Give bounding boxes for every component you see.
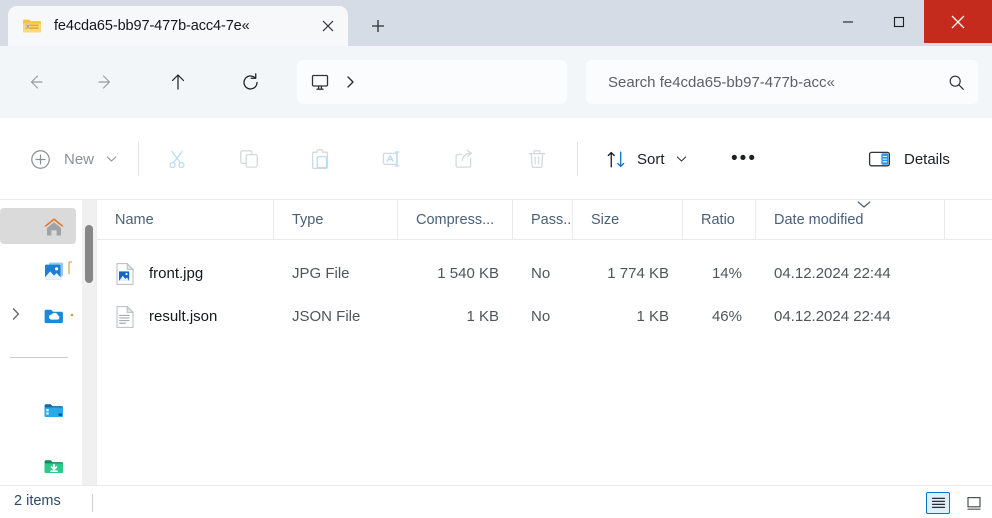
tab-close-button[interactable] (314, 12, 342, 40)
refresh-button[interactable] (231, 63, 269, 101)
tab-strip: fe4cda65-bb97-477b-acc4-7e« (0, 0, 396, 46)
column-header-type[interactable]: Type (274, 200, 398, 240)
file-name-label: result.json (149, 308, 218, 325)
column-header-compressed[interactable]: Compress... (398, 200, 513, 240)
file-ratio-cell: 46% (711, 308, 742, 325)
file-password-cell: No (531, 308, 551, 325)
chevron-down-icon (676, 155, 687, 163)
file-password-cell: No (531, 265, 551, 282)
back-button[interactable] (16, 63, 54, 101)
maximize-button[interactable] (873, 0, 924, 43)
column-header-password[interactable]: Pass... (513, 200, 573, 240)
table-row[interactable]: front.jpg JPG File 1 540 KB No 1 774 KB … (97, 252, 992, 295)
command-bar: New Sort ••• Details (0, 118, 992, 200)
this-pc-icon (309, 71, 331, 93)
file-name-cell: front.jpg (97, 252, 274, 295)
column-header-date-modified[interactable]: Date modified (756, 200, 945, 240)
desktop-folder-icon (42, 398, 64, 420)
jpg-file-icon (115, 261, 135, 286)
large-icons-view-icon (967, 496, 981, 510)
chevron-right-icon[interactable] (10, 307, 22, 322)
column-header-ratio[interactable]: Ratio (683, 200, 756, 240)
large-icons-view-button[interactable] (962, 492, 986, 514)
search-input[interactable]: Search fe4cda65-bb97-477b-acc« (608, 74, 934, 91)
column-header-spacer (945, 200, 992, 240)
column-header-size[interactable]: Size (573, 200, 683, 240)
details-pane-label: Details (904, 150, 950, 168)
breadcrumb-chevron-icon[interactable] (345, 75, 356, 89)
file-ratio-cell: 14% (711, 265, 742, 282)
minimize-button[interactable] (822, 0, 873, 43)
file-size-cell: 1 774 KB (607, 265, 669, 282)
item-count-label: 2 items (14, 493, 61, 509)
cut-button[interactable] (157, 139, 197, 179)
new-tab-button[interactable] (360, 8, 396, 44)
paste-button[interactable] (300, 139, 340, 179)
details-pane-icon (868, 151, 891, 167)
details-view-icon (931, 497, 945, 509)
tab-title: fe4cda65-bb97-477b-acc4-7e« (54, 18, 250, 34)
share-button[interactable] (444, 139, 484, 179)
search-box[interactable]: Search fe4cda65-bb97-477b-acc« (586, 60, 978, 104)
sort-button-label: Sort (637, 150, 665, 168)
copy-button[interactable] (229, 139, 269, 179)
sort-button[interactable]: Sort (598, 139, 695, 179)
downloads-folder-icon (42, 454, 64, 476)
file-explorer-window: fe4cda65-bb97-477b-acc4-7e« Search fe4cd… (0, 0, 992, 518)
forward-button[interactable] (87, 63, 125, 101)
table-row[interactable]: result.json JSON File 1 KB No 1 KB 46% 0… (97, 295, 992, 338)
sidebar-item-home[interactable] (0, 208, 76, 244)
pictures-icon (42, 259, 64, 281)
sidebar-item-pictures[interactable] (0, 252, 76, 288)
file-type-cell: JSON File (292, 308, 361, 325)
file-list: Name Type Compress... Pass... Size Ratio… (97, 200, 992, 485)
file-name-cell: result.json (97, 295, 274, 338)
more-options-button[interactable]: ••• (722, 139, 766, 179)
details-pane-button[interactable]: Details (862, 139, 956, 179)
sidebar-scrollbar-thumb[interactable] (85, 225, 93, 283)
sort-icon (607, 150, 625, 168)
sidebar-item-desktop[interactable] (0, 391, 76, 427)
new-button[interactable]: New (20, 139, 127, 179)
rename-button[interactable] (372, 139, 412, 179)
file-size-cell: 1 KB (636, 308, 669, 325)
column-headers: Name Type Compress... Pass... Size Ratio… (97, 200, 992, 240)
sidebar-separator (10, 357, 68, 358)
sidebar-label-clipped (70, 303, 75, 325)
zipped-folder-icon (22, 16, 42, 36)
sidebar-item-onedrive[interactable] (0, 296, 76, 332)
onedrive-icon (42, 303, 64, 325)
file-type-cell: JPG File (292, 265, 350, 282)
title-bar: fe4cda65-bb97-477b-acc4-7e« (0, 0, 992, 46)
file-date-cell: 04.12.2024 22:44 (774, 308, 891, 325)
new-button-label: New (64, 150, 95, 168)
file-name-label: front.jpg (149, 265, 204, 282)
more-options-label: ••• (731, 148, 757, 170)
column-header-name[interactable]: Name (97, 200, 274, 240)
file-compressed-cell: 1 KB (466, 308, 499, 325)
breadcrumb[interactable] (297, 60, 567, 104)
file-date-cell: 04.12.2024 22:44 (774, 265, 891, 282)
chevron-down-icon (106, 155, 117, 163)
address-bar: Search fe4cda65-bb97-477b-acc« (0, 46, 992, 118)
file-compressed-cell: 1 540 KB (437, 265, 499, 282)
home-icon (42, 215, 64, 237)
window-controls (822, 0, 992, 43)
toolbar-divider-2 (577, 142, 578, 176)
up-button[interactable] (159, 63, 197, 101)
close-button[interactable] (924, 0, 992, 43)
sort-descending-icon (856, 200, 872, 209)
toolbar-divider-1 (138, 142, 139, 176)
sidebar-label-clipped (68, 259, 74, 281)
search-icon[interactable] (934, 60, 978, 104)
tab-folder[interactable]: fe4cda65-bb97-477b-acc4-7e« (8, 6, 348, 46)
status-bar: 2 items (0, 485, 992, 518)
json-file-icon (115, 304, 135, 329)
sidebar-item-downloads[interactable] (0, 447, 76, 483)
details-view-button[interactable] (926, 492, 950, 514)
status-divider (92, 494, 93, 512)
delete-button[interactable] (517, 139, 557, 179)
